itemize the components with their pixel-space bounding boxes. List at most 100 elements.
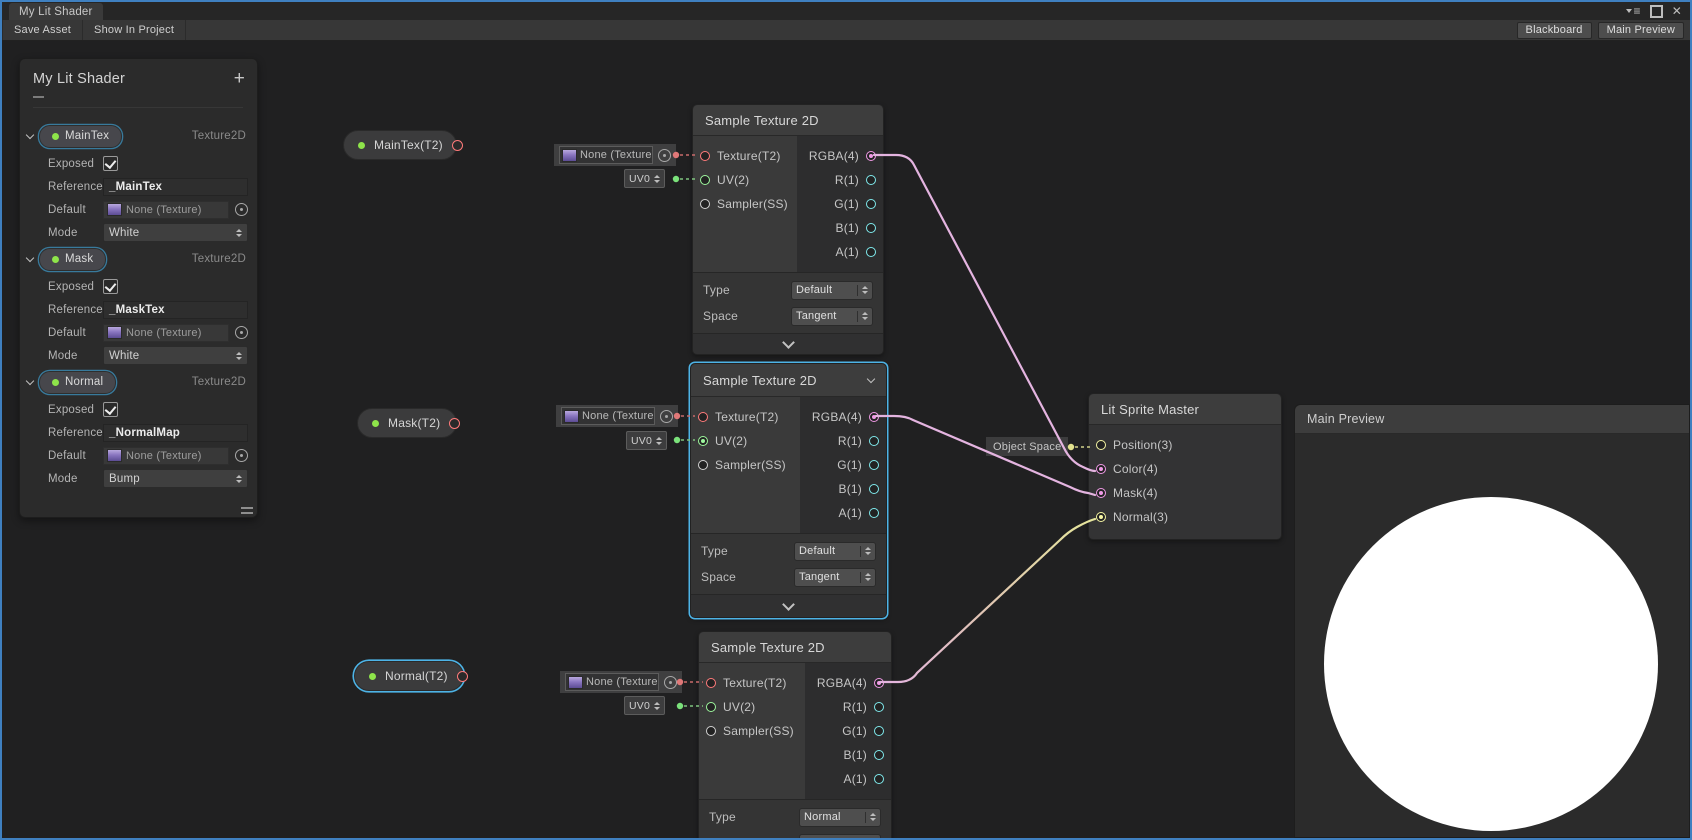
sample-texture-2d-node-3[interactable]: Sample Texture 2D Texture(T2) UV(2) Samp… (698, 631, 892, 840)
property-pill-mask[interactable]: Mask (39, 248, 106, 271)
mode-dropdown[interactable]: Bump (103, 469, 248, 488)
r-output-port[interactable] (866, 175, 876, 185)
b-output-port[interactable] (869, 484, 879, 494)
expand-chevron-icon[interactable] (26, 254, 34, 262)
texture-input-port[interactable] (700, 151, 710, 161)
texture-default-field[interactable]: None (Texture) (554, 144, 676, 166)
resize-handle[interactable] (241, 507, 253, 514)
texture-input-port[interactable] (698, 412, 708, 422)
g-output-port[interactable] (874, 726, 884, 736)
property-pill-maintex[interactable]: MainTex (39, 125, 122, 148)
space-dropdown[interactable]: Tangent (794, 568, 876, 587)
window-tab-label: My Lit Shader (19, 6, 93, 18)
object-picker-icon[interactable] (658, 149, 671, 162)
space-dropdown[interactable]: Tangent (799, 834, 881, 840)
collapse-node-button[interactable] (693, 333, 883, 354)
node-header[interactable]: Lit Sprite Master (1089, 394, 1281, 425)
texture-default-field[interactable]: None (Texture) (556, 405, 678, 427)
object-picker-icon[interactable] (660, 410, 673, 423)
type-dropdown[interactable]: Default (791, 281, 873, 300)
texture-output-port[interactable] (452, 140, 463, 151)
collapse-node-button[interactable] (691, 594, 886, 617)
expand-chevron-icon[interactable] (26, 131, 34, 139)
show-in-project-button[interactable]: Show In Project (83, 20, 186, 40)
node-header[interactable]: Sample Texture 2D (693, 105, 883, 136)
mask-input-port[interactable] (1096, 488, 1106, 498)
texture-output-port[interactable] (457, 671, 468, 682)
blackboard-title: My Lit Shader (33, 71, 243, 87)
property-node-mask[interactable]: Mask(T2) (357, 408, 457, 438)
sampler-input-port[interactable] (706, 726, 716, 736)
b-output-port[interactable] (866, 223, 876, 233)
mode-dropdown[interactable]: White (103, 346, 248, 365)
normal-input-port[interactable] (1096, 512, 1106, 522)
b-output-port[interactable] (874, 750, 884, 760)
uv-channel-dropdown[interactable]: UV0 (624, 169, 665, 188)
uv-input-port[interactable] (706, 702, 716, 712)
title-bar: My Lit Shader ≡ ✕ (2, 2, 1690, 20)
node-header[interactable]: Sample Texture 2D (691, 364, 886, 397)
color-input-port[interactable] (1096, 464, 1106, 474)
sampler-input-port[interactable] (698, 460, 708, 470)
object-picker-icon[interactable] (664, 676, 677, 689)
window-tab[interactable]: My Lit Shader (9, 3, 103, 20)
rgba-output-port[interactable] (866, 151, 876, 161)
position-input-port[interactable] (1096, 440, 1106, 450)
expand-chevron-icon[interactable] (26, 377, 34, 385)
exposed-dot-icon (52, 256, 59, 263)
uv-channel-dropdown[interactable]: UV0 (624, 696, 665, 715)
save-asset-button[interactable]: Save Asset (2, 20, 83, 40)
exposed-checkbox[interactable] (103, 279, 118, 294)
r-output-port[interactable] (869, 436, 879, 446)
shader-graph-window: My Lit Shader ≡ ✕ Save Asset Show In Pro… (0, 0, 1692, 840)
rgba-output-port[interactable] (874, 678, 884, 688)
texture-input-port[interactable] (706, 678, 716, 688)
object-picker-icon[interactable] (235, 326, 248, 339)
exposed-checkbox[interactable] (103, 156, 118, 171)
object-picker-icon[interactable] (235, 449, 248, 462)
a-output-port[interactable] (866, 247, 876, 257)
reference-field[interactable]: _MainTex (103, 178, 248, 196)
uv-channel-dropdown[interactable]: UV0 (626, 431, 667, 450)
space-dropdown[interactable]: Tangent (791, 307, 873, 326)
uv-input-port[interactable] (698, 436, 708, 446)
a-output-port[interactable] (869, 508, 879, 518)
close-icon[interactable]: ✕ (1672, 4, 1682, 18)
property-node-normal[interactable]: Normal(T2) (354, 661, 464, 691)
chevron-down-icon[interactable] (867, 375, 875, 383)
r-output-port[interactable] (874, 702, 884, 712)
texture-thumb-icon (107, 203, 122, 216)
preview-viewport[interactable] (1295, 434, 1689, 837)
main-preview-toggle-button[interactable]: Main Preview (1598, 22, 1684, 39)
add-property-button[interactable]: + (234, 71, 245, 87)
blackboard-toggle-button[interactable]: Blackboard (1517, 22, 1592, 39)
uv-input-port[interactable] (700, 175, 710, 185)
exposed-checkbox[interactable] (103, 402, 118, 417)
default-texture-field[interactable]: None (Texture) (103, 201, 229, 219)
g-output-port[interactable] (866, 199, 876, 209)
type-dropdown[interactable]: Default (794, 542, 876, 561)
object-picker-icon[interactable] (235, 203, 248, 216)
texture-default-label: None (Texture) (582, 410, 655, 422)
maximize-icon[interactable] (1650, 5, 1663, 18)
reference-field[interactable]: _MaskTex (103, 301, 248, 319)
default-texture-field[interactable]: None (Texture) (103, 447, 229, 465)
window-menu-icon[interactable]: ≡ (1626, 4, 1641, 18)
texture-default-field[interactable]: None (Texture) (560, 671, 682, 693)
texture-thumb-icon (107, 449, 122, 462)
node-header[interactable]: Sample Texture 2D (699, 632, 891, 663)
a-output-port[interactable] (874, 774, 884, 784)
mode-dropdown[interactable]: White (103, 223, 248, 242)
reference-field[interactable]: _NormalMap (103, 424, 248, 442)
texture-output-port[interactable] (449, 418, 460, 429)
type-dropdown[interactable]: Normal (799, 808, 881, 827)
sample-texture-2d-node-2[interactable]: Sample Texture 2D Texture(T2) UV(2) Samp… (690, 363, 887, 618)
g-output-port[interactable] (869, 460, 879, 470)
property-pill-normal[interactable]: Normal (39, 371, 116, 394)
property-node-maintex[interactable]: MainTex(T2) (343, 130, 457, 160)
sampler-input-port[interactable] (700, 199, 710, 209)
rgba-output-port[interactable] (869, 412, 879, 422)
default-texture-field[interactable]: None (Texture) (103, 324, 229, 342)
lit-sprite-master-node[interactable]: Lit Sprite Master Position(3) Color(4) M… (1088, 393, 1282, 540)
sample-texture-2d-node-1[interactable]: Sample Texture 2D Texture(T2) UV(2) Samp… (692, 104, 884, 355)
